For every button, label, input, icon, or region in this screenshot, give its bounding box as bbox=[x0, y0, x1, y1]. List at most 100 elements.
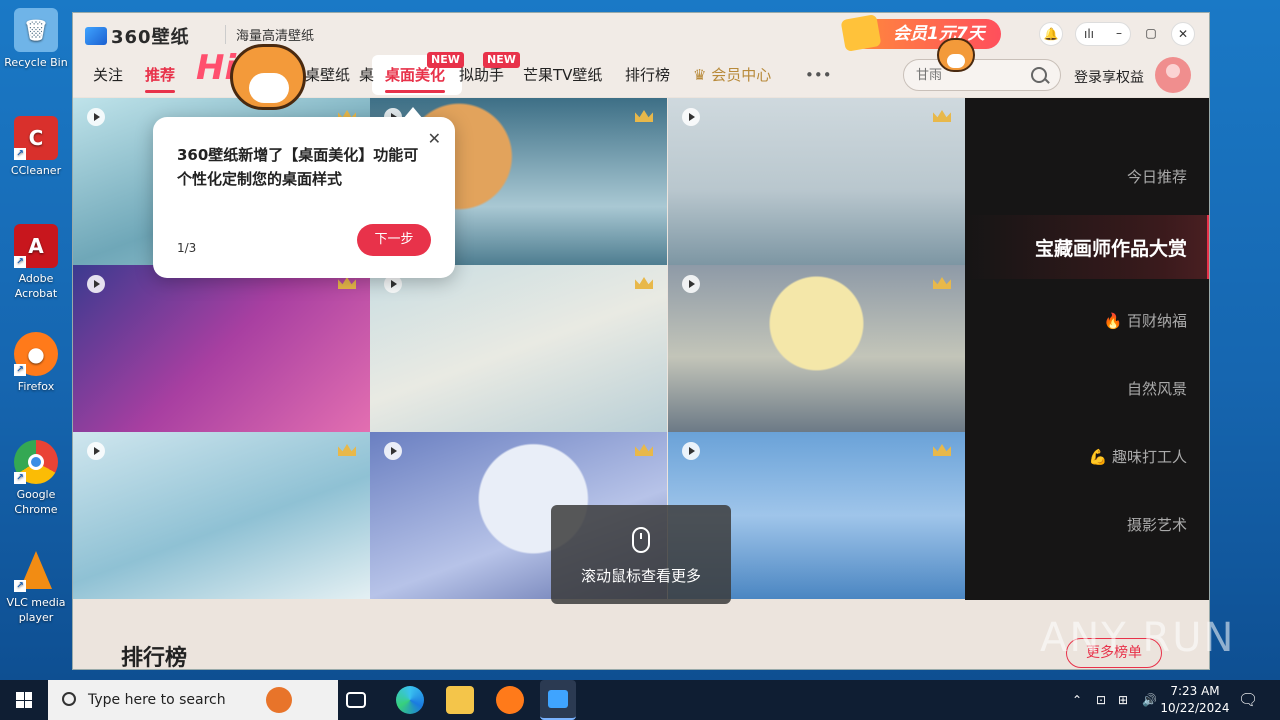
nav-mango-tv[interactable]: 芒果TV壁纸 bbox=[523, 63, 602, 87]
muscle-icon: 💪 bbox=[1088, 448, 1108, 466]
tray-chevron-icon[interactable]: ⌃ bbox=[1072, 680, 1082, 720]
play-icon bbox=[87, 108, 105, 126]
vip-label: 会员中心 bbox=[711, 66, 772, 84]
worker-label: 趣味打工人 bbox=[1111, 448, 1187, 466]
new-badge: NEW bbox=[483, 52, 520, 68]
ranking-title: 排行榜 bbox=[121, 646, 188, 670]
gem-icon bbox=[840, 14, 882, 52]
tooltip-text: 360壁纸新增了【桌面美化】功能可个性化定制您的桌面样式 bbox=[177, 146, 419, 188]
nav-follow[interactable]: 关注 bbox=[93, 63, 123, 87]
desktop-icon-label: Recycle Bin bbox=[4, 56, 68, 69]
sidebar-item-worker[interactable]: 💪 趣味打工人 bbox=[1089, 446, 1187, 467]
notification-button[interactable]: 🔔 bbox=[1039, 22, 1063, 46]
search-icon bbox=[62, 692, 76, 706]
wallpaper-app-taskbar-icon[interactable] bbox=[540, 680, 576, 720]
desktop-icon-ccleaner[interactable]: C ↗ CCleaner bbox=[4, 116, 68, 178]
desktop-icon-label: Firefox bbox=[17, 380, 55, 393]
firefox-icon: ● ↗ bbox=[14, 332, 58, 376]
fortune-label: 百财纳福 bbox=[1126, 312, 1187, 330]
desktop-icon-recycle-bin[interactable]: 🗑 Recycle Bin bbox=[4, 8, 68, 70]
ranking-section: 排行榜 更多榜单 bbox=[73, 600, 1209, 670]
crown-icon bbox=[338, 444, 356, 456]
wallpaper-tile[interactable] bbox=[668, 98, 965, 265]
crown-icon bbox=[933, 277, 951, 289]
crown-icon bbox=[635, 444, 653, 456]
desktop-icon-chrome[interactable]: ↗ Google Chrome bbox=[4, 440, 68, 517]
nav-assistant-label: 拟助手 bbox=[459, 66, 505, 84]
desktop-icon-firefox[interactable]: ● ↗ Firefox bbox=[4, 332, 68, 394]
tooltip-step-count: 1/3 bbox=[177, 241, 197, 255]
network-icon[interactable]: ⊞ bbox=[1118, 680, 1128, 720]
volume-icon[interactable]: 🔊 bbox=[1142, 680, 1157, 720]
vlc-icon: ↗ bbox=[14, 548, 58, 592]
maximize-button[interactable]: ▢ bbox=[1139, 22, 1163, 46]
play-icon bbox=[384, 442, 402, 460]
sidebar-item-photo[interactable]: 摄影艺术 bbox=[1127, 514, 1187, 535]
desktop-icon-adobe-acrobat[interactable]: A ↗ Adobe Acrobat bbox=[4, 224, 68, 301]
firefox-taskbar-icon[interactable] bbox=[496, 686, 524, 714]
login-link[interactable]: 登录享权益 bbox=[1074, 67, 1144, 87]
vip-promo-banner[interactable]: 会员1元7天 bbox=[840, 14, 1001, 52]
desktop-icon-label: Google Chrome bbox=[14, 488, 58, 516]
shiba-icon bbox=[230, 44, 306, 110]
nav-recommend[interactable]: 推荐 bbox=[145, 63, 176, 93]
taskbar: Type here to search ⌃ ⊡ ⊞ 🔊 7:23 AM 10/2… bbox=[0, 680, 1280, 720]
close-button[interactable]: ✕ bbox=[1171, 22, 1195, 46]
edge-icon[interactable] bbox=[396, 686, 424, 714]
nav-desk[interactable]: 桌 bbox=[359, 63, 374, 87]
tray-device-icon[interactable]: ⊡ bbox=[1096, 680, 1106, 720]
app-logo[interactable]: 360壁纸 bbox=[85, 23, 190, 49]
nav-ranking[interactable]: 排行榜 bbox=[625, 63, 670, 87]
crown-icon bbox=[933, 110, 951, 122]
desktop-icon-label: CCleaner bbox=[10, 164, 62, 177]
minimize-button[interactable]: – bbox=[1107, 22, 1131, 46]
taskbar-search-placeholder: Type here to search bbox=[88, 692, 226, 708]
scroll-hint-text: 滚动鼠标查看更多 bbox=[580, 567, 701, 585]
crown-icon bbox=[635, 110, 653, 122]
crown-icon: ♛ bbox=[693, 66, 707, 84]
avatar[interactable] bbox=[1155, 57, 1191, 93]
wallpaper-tile[interactable] bbox=[668, 265, 965, 432]
wallpaper-tile[interactable] bbox=[73, 265, 370, 432]
sidebar-item-featured[interactable]: 宝藏画师作品大赏 bbox=[1035, 234, 1187, 261]
basketball-icon bbox=[266, 687, 292, 713]
crown-icon bbox=[338, 277, 356, 289]
bell-icon: 🔔 bbox=[1043, 27, 1059, 41]
sidebar-item-today[interactable]: 今日推荐 bbox=[1127, 166, 1187, 187]
sidebar-item-fortune[interactable]: 🔥 百财纳福 bbox=[1104, 310, 1187, 331]
nav-desktop-beautify[interactable]: 桌面美化 NEW bbox=[385, 52, 464, 93]
mouse-icon bbox=[632, 527, 650, 553]
voice-icon[interactable]: ılı bbox=[1084, 27, 1094, 41]
search-icon[interactable] bbox=[1031, 67, 1047, 83]
acrobat-icon: A ↗ bbox=[14, 224, 58, 268]
task-view-icon[interactable] bbox=[346, 692, 366, 708]
scroll-hint: 滚动鼠标查看更多 bbox=[551, 505, 731, 604]
watermark: ANY RUN bbox=[1040, 615, 1236, 661]
crown-icon bbox=[635, 277, 653, 289]
file-explorer-icon[interactable] bbox=[446, 686, 474, 714]
start-button[interactable] bbox=[0, 680, 48, 720]
shiba-mascot-icon[interactable] bbox=[937, 38, 975, 72]
clock[interactable]: 7:23 AM 10/22/2024 bbox=[1160, 683, 1230, 717]
app-icon bbox=[548, 690, 568, 708]
notifications-icon[interactable]: 🗨 bbox=[1238, 680, 1258, 720]
wallpaper-tile[interactable] bbox=[73, 432, 370, 599]
nav-vip-center[interactable]: ♛ 会员中心 bbox=[693, 63, 771, 87]
next-step-button[interactable]: 下一步 bbox=[357, 224, 431, 256]
onboarding-tooltip: ✕ 360壁纸新增了【桌面美化】功能可个性化定制您的桌面样式 1/3 下一步 bbox=[153, 107, 455, 278]
nav-assistant[interactable]: 拟助手 NEW bbox=[459, 52, 520, 87]
category-sidebar: 今日推荐 宝藏画师作品大赏 🔥 百财纳福 自然风景 💪 趣味打工人 摄影艺术 bbox=[965, 98, 1209, 600]
windows-icon bbox=[16, 692, 32, 708]
clock-date: 10/22/2024 bbox=[1160, 701, 1230, 715]
wallpaper-tile[interactable] bbox=[370, 265, 667, 432]
desktop-icon-label: VLC media player bbox=[6, 596, 66, 624]
chrome-icon: ↗ bbox=[14, 440, 58, 484]
nav-more[interactable]: ••• bbox=[805, 63, 832, 87]
recycle-bin-icon: 🗑 bbox=[14, 8, 58, 52]
taskbar-search[interactable]: Type here to search bbox=[48, 680, 338, 720]
sidebar-item-nature[interactable]: 自然风景 bbox=[1127, 378, 1187, 399]
play-icon bbox=[682, 442, 700, 460]
tooltip-close-icon[interactable]: ✕ bbox=[428, 129, 441, 148]
desktop-icon-vlc[interactable]: ↗ VLC media player bbox=[4, 548, 68, 625]
play-icon bbox=[682, 108, 700, 126]
